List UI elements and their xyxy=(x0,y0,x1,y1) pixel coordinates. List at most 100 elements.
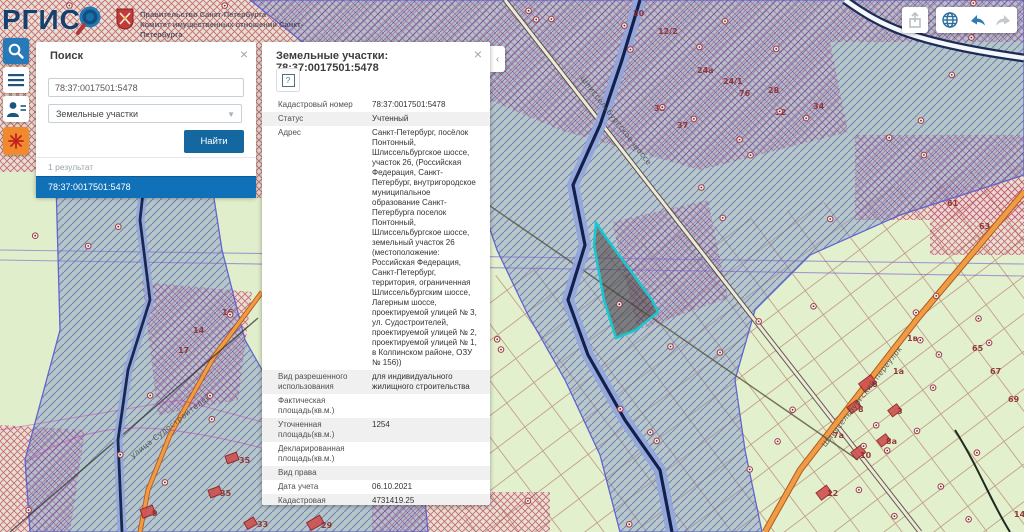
survey-point-marker xyxy=(697,44,703,50)
panel-collapse-tab[interactable]: ‹ xyxy=(490,46,505,72)
search-panel-close-icon[interactable]: × xyxy=(240,47,248,61)
search-panel-title: Поиск xyxy=(50,50,83,62)
parcel-number-label: 33 xyxy=(257,520,268,529)
survey-point-marker xyxy=(147,393,153,399)
survey-point-marker xyxy=(918,337,924,343)
survey-point-marker xyxy=(654,438,660,444)
back-button[interactable] xyxy=(963,7,990,33)
survey-point-marker xyxy=(525,498,531,504)
survey-point-marker xyxy=(756,319,762,325)
parcel-number-label: 24/1 xyxy=(723,77,743,86)
map-nav-group xyxy=(936,7,1017,33)
sidebar-rgis-services-button[interactable] xyxy=(3,127,29,155)
survey-point-marker xyxy=(892,513,898,519)
survey-point-marker xyxy=(494,337,500,343)
info-row: Кадастровая стоимость, руб.4731419.25 xyxy=(262,494,490,505)
survey-point-marker xyxy=(227,312,233,318)
results-divider xyxy=(36,157,256,158)
search-panel: Поиск × Земельные участки ▼ Найти 1 резу… xyxy=(36,42,256,197)
search-category-value: Земельные участки xyxy=(56,109,138,119)
survey-point-marker xyxy=(827,216,833,222)
parcel-number-label: 76 xyxy=(739,89,751,98)
parcel-number-label: 14 xyxy=(193,326,205,335)
parcel-number-label: 17 xyxy=(178,346,189,355)
parcel-number-label: 37 xyxy=(677,121,688,130)
spb-coat-of-arms xyxy=(116,8,134,30)
info-panel-close-icon[interactable]: × xyxy=(474,47,482,61)
survey-point-marker xyxy=(773,46,779,52)
parcel-number-label: 12/2 xyxy=(658,27,678,36)
info-row: Дата учета06.10.2021 xyxy=(262,480,490,494)
search-category-select[interactable]: Земельные участки ▼ xyxy=(48,104,242,123)
survey-point-marker xyxy=(803,115,809,121)
survey-point-marker xyxy=(986,340,992,346)
parcel-number-label: 1в xyxy=(907,334,918,343)
parcel-number-label: 28 xyxy=(768,86,780,95)
survey-point-marker xyxy=(116,224,122,230)
survey-point-marker xyxy=(618,406,624,412)
chevron-left-icon: ‹ xyxy=(496,54,499,65)
parcel-number-label: 6 xyxy=(872,380,878,389)
parcel-number-label: 65 xyxy=(972,344,984,353)
identify-on-map-button[interactable]: ? xyxy=(276,68,300,92)
back-arrow-icon xyxy=(967,11,987,29)
survey-point-marker xyxy=(209,416,215,422)
parcel-number-label: 24а xyxy=(697,66,714,75)
sidebar-user-info-button[interactable] xyxy=(3,96,29,122)
parcel-number-label: 7а xyxy=(833,431,844,440)
parcel-number-label: 8а xyxy=(886,437,897,446)
rgis-logo-text: РГИС xyxy=(2,4,81,36)
export-button[interactable] xyxy=(902,7,928,33)
find-button[interactable]: Найти xyxy=(184,130,244,153)
survey-point-marker xyxy=(722,19,728,25)
survey-point-marker xyxy=(533,17,539,23)
chevron-down-icon: ▼ xyxy=(227,105,235,124)
search-icon xyxy=(6,41,26,61)
survey-point-marker xyxy=(971,0,977,6)
info-row: Фактическая площадь(кв.м.) xyxy=(262,394,490,418)
rgis-services-icon xyxy=(6,131,26,151)
survey-point-marker xyxy=(699,185,705,191)
survey-point-marker xyxy=(913,310,919,316)
parcel-number-label: 61 xyxy=(947,199,959,208)
survey-point-marker xyxy=(717,350,723,356)
survey-point-marker xyxy=(26,507,32,513)
survey-point-marker xyxy=(526,8,532,14)
parcel-number-label: 20 xyxy=(633,9,645,18)
survey-point-marker xyxy=(933,293,939,299)
survey-point-marker xyxy=(936,352,942,358)
survey-point-marker xyxy=(861,443,867,449)
survey-point-marker xyxy=(921,152,927,158)
survey-point-marker xyxy=(938,484,944,490)
survey-point-marker xyxy=(648,430,654,436)
sidebar-layers-menu-button[interactable] xyxy=(3,67,29,93)
info-row: СтатусУчтенный xyxy=(262,112,490,126)
info-row: Кадастровый номер78:37:0017501:5478 xyxy=(262,98,490,112)
globe-button[interactable] xyxy=(936,7,963,33)
search-result-item[interactable]: 78:37:0017501:5478 xyxy=(36,176,256,198)
survey-point-marker xyxy=(660,104,666,110)
info-row: АдресСанкт-Петербург, посёлок Понтонный,… xyxy=(262,126,490,370)
gov-line2: Комитет имущественных отношений Санкт-Пе… xyxy=(140,20,330,40)
survey-point-marker xyxy=(85,243,91,249)
menu-icon xyxy=(8,73,24,87)
search-query-input[interactable] xyxy=(48,78,244,97)
survey-point-marker xyxy=(747,467,753,473)
survey-point-marker xyxy=(811,304,817,310)
identify-icon: ? xyxy=(282,74,295,87)
survey-point-marker xyxy=(790,407,796,413)
rgis-logo[interactable]: РГИС xyxy=(2,4,105,36)
survey-point-marker xyxy=(720,215,726,221)
parcel-info-panel: Земельные участки: 78:37:0017501:5478 × … xyxy=(262,42,490,505)
survey-point-marker xyxy=(498,347,504,353)
survey-point-marker xyxy=(873,423,879,429)
survey-point-marker xyxy=(930,385,936,391)
survey-point-marker xyxy=(622,23,628,29)
info-panel-title: Земельные участки: 78:37:0017501:5478 xyxy=(276,50,490,74)
info-row: Вид разрешенного использованиядля индиви… xyxy=(262,370,490,394)
forward-button[interactable] xyxy=(990,7,1017,33)
parcel-number-label: 3 xyxy=(897,407,903,416)
survey-point-marker xyxy=(949,72,955,78)
info-row: Декларированная площадь(кв.м.) xyxy=(262,442,490,466)
sidebar-search-button[interactable] xyxy=(3,38,29,64)
